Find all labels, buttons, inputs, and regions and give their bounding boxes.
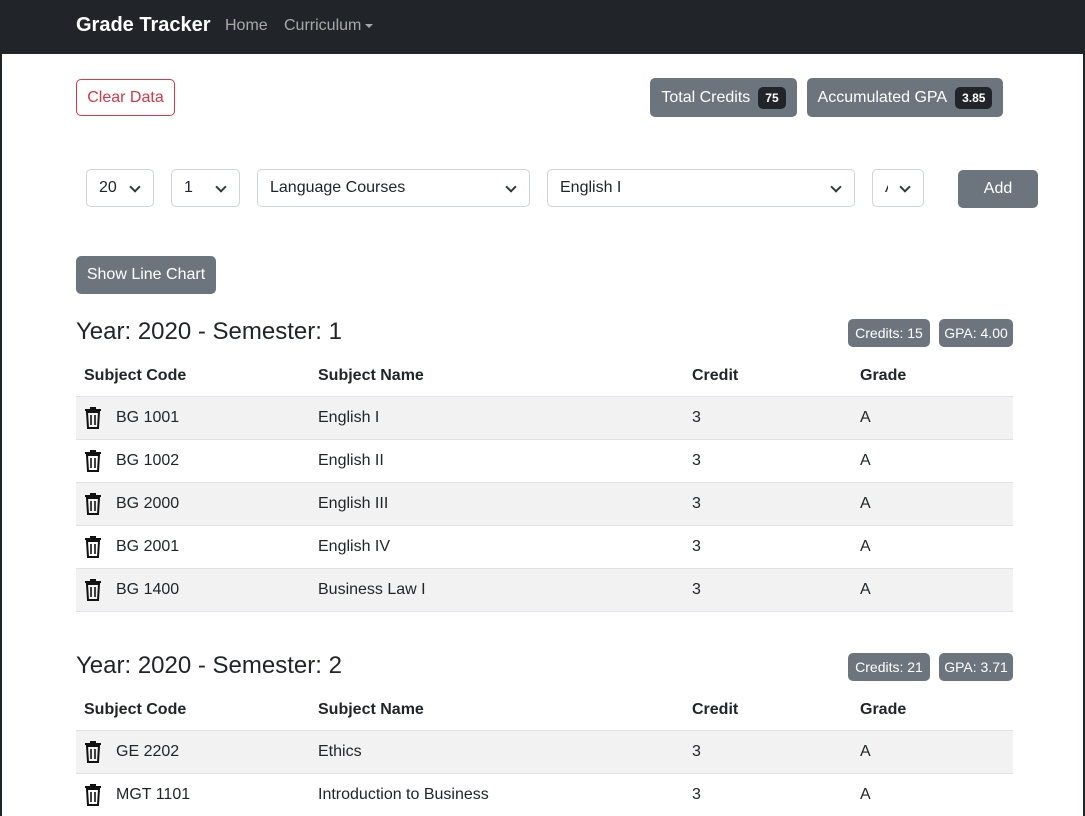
semester-gpa-badge: GPA: 3.71 bbox=[939, 653, 1013, 681]
semester-credits-badge: Credits: 15 bbox=[848, 319, 930, 347]
subject-credit: 3 bbox=[684, 568, 852, 612]
subject-code: GE 2202 bbox=[116, 742, 180, 760]
chevron-down-icon bbox=[129, 181, 141, 193]
trash-icon[interactable] bbox=[84, 783, 102, 806]
semester-credits-badge: Credits: 21 bbox=[848, 653, 930, 681]
subject-credit: 3 bbox=[684, 439, 852, 483]
trash-icon[interactable] bbox=[84, 535, 102, 558]
subject-name: English IV bbox=[310, 525, 684, 569]
subject-code: MGT 1101 bbox=[116, 785, 191, 803]
subject-code: BG 1002 bbox=[116, 451, 180, 469]
show-line-chart-button[interactable]: Show Line Chart bbox=[76, 256, 216, 294]
subject-credit: 3 bbox=[684, 730, 852, 774]
col-header-subject-code: Subject Code bbox=[76, 357, 310, 397]
year-select-value: 20 bbox=[99, 179, 117, 196]
page: Grade Tracker Home Curriculum Clear Data… bbox=[0, 0, 1085, 816]
total-credits-badge: 75 bbox=[758, 86, 786, 109]
grade-select-value: A bbox=[885, 179, 888, 197]
subject-credit: 3 bbox=[684, 525, 852, 569]
accumulated-gpa-badge: 3.85 bbox=[955, 86, 993, 109]
table-row: BG 1400 Business Law I 3 A bbox=[76, 568, 1013, 612]
subject-grade: A bbox=[852, 773, 1013, 816]
subject-name: English III bbox=[310, 482, 684, 526]
semester-table: Subject Code Subject Name Credit Grade B… bbox=[76, 357, 1013, 612]
semester-table: Subject Code Subject Name Credit Grade G… bbox=[76, 691, 1013, 816]
chevron-down-icon bbox=[899, 181, 911, 193]
subject-select[interactable]: English I bbox=[547, 169, 855, 207]
nav-curriculum-dropdown[interactable]: Curriculum bbox=[284, 17, 374, 35]
col-header-subject-name: Subject Name bbox=[310, 691, 684, 731]
chevron-down-icon bbox=[215, 181, 227, 193]
subject-credit: 3 bbox=[684, 482, 852, 526]
caret-down-icon bbox=[365, 23, 374, 28]
table-row: GE 2202 Ethics 3 A bbox=[76, 730, 1013, 774]
category-select[interactable]: Language Courses bbox=[257, 169, 530, 207]
subject-grade: A bbox=[852, 568, 1013, 612]
trash-icon[interactable] bbox=[84, 578, 102, 601]
year-select[interactable]: 20 bbox=[86, 169, 154, 207]
grade-select[interactable]: A bbox=[872, 169, 924, 207]
subject-name: Introduction to Business bbox=[310, 773, 684, 816]
semester-select[interactable]: 1 bbox=[171, 169, 240, 207]
chevron-down-icon bbox=[830, 181, 842, 193]
subject-name: English I bbox=[310, 396, 684, 440]
navbar: Grade Tracker Home Curriculum bbox=[2, 0, 1083, 54]
nav-curriculum-label: Curriculum bbox=[284, 17, 362, 34]
subject-grade: A bbox=[852, 525, 1013, 569]
trash-icon[interactable] bbox=[84, 740, 102, 763]
add-button[interactable]: Add bbox=[958, 170, 1038, 208]
total-credits-pill: Total Credits 75 bbox=[650, 78, 797, 117]
trash-icon[interactable] bbox=[84, 492, 102, 515]
subject-credit: 3 bbox=[684, 773, 852, 816]
col-header-grade: Grade bbox=[852, 357, 1013, 397]
trash-icon[interactable] bbox=[84, 449, 102, 472]
subject-credit: 3 bbox=[684, 396, 852, 440]
semester-title: Year: 2020 - Semester: 1 bbox=[76, 318, 342, 345]
total-credits-label: Total Credits bbox=[661, 88, 751, 106]
subject-grade: A bbox=[852, 482, 1013, 526]
table-header-row: Subject Code Subject Name Credit Grade bbox=[76, 357, 1013, 397]
col-header-grade: Grade bbox=[852, 691, 1013, 731]
subject-grade: A bbox=[852, 730, 1013, 774]
chevron-down-icon bbox=[505, 181, 517, 193]
subject-code: BG 2000 bbox=[116, 494, 180, 512]
semester-select-value: 1 bbox=[184, 179, 193, 196]
category-select-value: Language Courses bbox=[270, 179, 406, 196]
navbar-brand[interactable]: Grade Tracker bbox=[76, 14, 211, 37]
subject-code: BG 1001 bbox=[116, 408, 180, 426]
clear-data-button[interactable]: Clear Data bbox=[76, 79, 175, 116]
semester-gpa-badge: GPA: 4.00 bbox=[939, 319, 1013, 347]
accumulated-gpa-pill: Accumulated GPA 3.85 bbox=[807, 78, 1003, 117]
col-header-subject-code: Subject Code bbox=[76, 691, 310, 731]
trash-icon[interactable] bbox=[84, 406, 102, 429]
subject-grade: A bbox=[852, 439, 1013, 483]
nav-home-link[interactable]: Home bbox=[225, 17, 268, 35]
table-row: BG 1001 English I 3 A bbox=[76, 396, 1013, 440]
semester-title: Year: 2020 - Semester: 2 bbox=[76, 652, 342, 679]
table-header-row: Subject Code Subject Name Credit Grade bbox=[76, 691, 1013, 731]
col-header-subject-name: Subject Name bbox=[310, 357, 684, 397]
accumulated-gpa-label: Accumulated GPA bbox=[817, 88, 948, 106]
subject-select-value: English I bbox=[560, 179, 622, 196]
table-row: BG 2000 English III 3 A bbox=[76, 482, 1013, 526]
table-row: BG 1002 English II 3 A bbox=[76, 439, 1013, 483]
table-row: BG 2001 English IV 3 A bbox=[76, 525, 1013, 569]
subject-code: BG 1400 bbox=[116, 580, 180, 598]
subject-code: BG 2001 bbox=[116, 537, 180, 555]
table-row: MGT 1101 Introduction to Business 3 A bbox=[76, 773, 1013, 816]
subject-grade: A bbox=[852, 396, 1013, 440]
col-header-credit: Credit bbox=[684, 691, 852, 731]
col-header-credit: Credit bbox=[684, 357, 852, 397]
subject-name: English II bbox=[310, 439, 684, 483]
subject-name: Ethics bbox=[310, 730, 684, 774]
subject-name: Business Law I bbox=[310, 568, 684, 612]
